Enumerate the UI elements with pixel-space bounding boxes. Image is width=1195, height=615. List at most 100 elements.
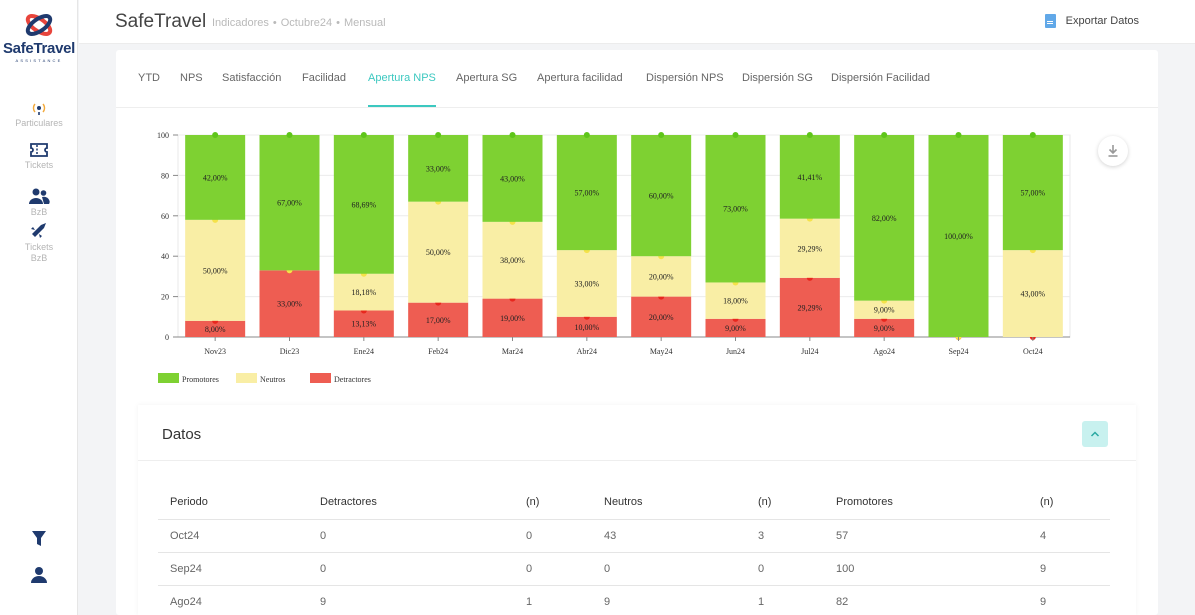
tab-dispersion-facilidad[interactable]: Dispersión Facilidad: [831, 72, 930, 84]
datos-table: Periodo Detractores (n) Neutros (n) Prom…: [158, 485, 1110, 615]
data-label: 9,00%: [725, 324, 746, 333]
table-cell: Oct24: [158, 519, 308, 553]
data-point-promotores: [583, 132, 590, 138]
x-tick-label: Sep24: [949, 347, 969, 356]
data-point-promotores: [732, 132, 739, 138]
tab-apertura-facilidad[interactable]: Apertura facilidad: [537, 72, 623, 84]
sidebar-item-label: Tickets: [24, 160, 54, 170]
top-header: SafeTravel Indicadores • Octubre24 • Mensual…: [79, 0, 1195, 44]
table-header-row: Periodo Detractores (n) Neutros (n) Prom…: [158, 485, 1110, 520]
table-row[interactable]: Sep24 0 0 0 0 100 9: [158, 552, 1110, 586]
datos-panel: Datos Periodo Detractores (n) Neutros (n…: [138, 405, 1136, 615]
export-data-button[interactable]: Exportar Datos: [1044, 14, 1139, 28]
column-header[interactable]: Detractores: [308, 485, 514, 520]
table-cell: 0: [308, 519, 514, 553]
x-tick-label: Jul24: [801, 347, 818, 356]
tab-bar: YTD NPS Satisfacción Facilidad Apertura …: [116, 50, 1158, 108]
x-tick-label: Oct24: [1023, 347, 1043, 356]
data-label: 100,00%: [944, 232, 973, 241]
data-point-promotores: [212, 132, 219, 138]
table-cell: 82: [824, 585, 1028, 615]
plane-ticket-icon: [31, 223, 46, 238]
filter-icon: [32, 531, 46, 546]
tab-satisfaccion[interactable]: Satisfacción: [222, 72, 281, 84]
table-cell: 9: [592, 585, 746, 615]
data-label: 18,00%: [723, 297, 748, 306]
table-cell: 0: [746, 552, 824, 586]
legend-swatch: [158, 373, 179, 383]
column-header[interactable]: Neutros: [592, 485, 746, 520]
data-label: 8,00%: [205, 325, 226, 334]
chart-svg: 0 20 40 60 80 100 8,00% 50,00% 42,00% Nov23 33,00%…: [157, 131, 1071, 384]
data-point-promotores: [658, 132, 665, 138]
sidebar-item-tickets-bzb[interactable]: Tickets BzB: [0, 222, 78, 264]
table-row[interactable]: Oct24 0 0 43 3 57 4: [158, 519, 1110, 553]
sidebar-item-label: Tickets BzB: [24, 242, 54, 263]
column-header[interactable]: (n): [514, 485, 592, 520]
broadcast-icon: [32, 103, 46, 115]
breadcrumb-separator: •: [272, 17, 277, 29]
table-cell: 57: [824, 519, 1028, 553]
data-point-promotores: [435, 132, 442, 138]
logo[interactable]: SafeTravel ASSISTANCE: [0, 12, 78, 63]
tab-facilidad[interactable]: Facilidad: [302, 72, 346, 84]
data-label: 60,00%: [649, 192, 674, 201]
x-tick-label: Dic23: [280, 347, 300, 356]
data-point-promotores: [286, 132, 293, 138]
table-cell: 0: [514, 519, 592, 553]
sidebar-item-particulares[interactable]: Particulares: [0, 100, 78, 129]
data-point-promotores: [955, 132, 962, 138]
table-cell: Ago24: [158, 585, 308, 615]
data-label: 17,00%: [426, 316, 451, 325]
data-label: 67,00%: [277, 199, 302, 208]
x-tick-label: Mar24: [502, 347, 523, 356]
table-row[interactable]: Ago24 9 1 9 1 82 9: [158, 585, 1110, 615]
column-header[interactable]: Promotores: [824, 485, 1028, 520]
breadcrumb-item[interactable]: Mensual: [344, 17, 386, 29]
breadcrumb-item[interactable]: Indicadores: [212, 17, 269, 29]
column-header[interactable]: (n): [746, 485, 824, 520]
tab-nps[interactable]: NPS: [180, 72, 203, 84]
tab-apertura-sg[interactable]: Apertura SG: [456, 72, 517, 84]
data-label: 42,00%: [203, 173, 228, 182]
tab-dispersion-sg[interactable]: Dispersión SG: [742, 72, 813, 84]
data-label: 57,00%: [1020, 189, 1045, 198]
legend-label: Neutros: [260, 375, 285, 384]
tab-ytd[interactable]: YTD: [138, 72, 160, 84]
data-label: 41,41%: [797, 173, 822, 182]
breadcrumb-item[interactable]: Octubre24: [281, 17, 332, 29]
legend-swatch: [310, 373, 331, 383]
data-label: 9,00%: [874, 324, 895, 333]
column-header[interactable]: (n): [1028, 485, 1110, 520]
collapse-button[interactable]: [1082, 421, 1108, 447]
table-cell: 9: [308, 585, 514, 615]
file-icon: [1044, 14, 1056, 28]
data-label: 29,29%: [797, 244, 822, 253]
x-tick-label: Ago24: [873, 347, 895, 356]
y-tick-label: 0: [165, 333, 169, 342]
download-chart-button[interactable]: [1098, 136, 1128, 166]
tab-dispersion-nps[interactable]: Dispersión NPS: [646, 72, 724, 84]
stacked-bar-chart: 0 20 40 60 80 100 8,00% 50,00% 42,00% Nov23 33,00%…: [116, 116, 1158, 406]
x-tick-label: Feb24: [428, 347, 448, 356]
data-label: 10,00%: [574, 323, 599, 332]
data-label: 13,13%: [351, 320, 376, 329]
breadcrumb: Indicadores • Octubre24 • Mensual: [212, 17, 386, 29]
table-cell: 1: [746, 585, 824, 615]
profile-button[interactable]: [0, 566, 78, 586]
breadcrumb-separator: •: [336, 17, 340, 29]
data-label: 19,00%: [500, 314, 525, 323]
data-label: 57,00%: [574, 189, 599, 198]
tab-apertura-nps[interactable]: Apertura NPS: [368, 72, 436, 84]
sidebar-item-tickets[interactable]: Tickets: [0, 142, 78, 171]
y-tick-label: 100: [157, 131, 169, 140]
data-point-promotores: [1029, 132, 1036, 138]
data-label: 43,00%: [500, 174, 525, 183]
chevron-up-icon: [1090, 431, 1100, 437]
data-label: 20,00%: [649, 272, 674, 281]
sidebar-item-bzb[interactable]: BzB: [0, 187, 78, 218]
x-tick-label: Ene24: [354, 347, 374, 356]
filter-button[interactable]: [0, 530, 78, 550]
column-header[interactable]: Periodo: [158, 485, 308, 520]
export-label: Exportar Datos: [1065, 15, 1139, 27]
